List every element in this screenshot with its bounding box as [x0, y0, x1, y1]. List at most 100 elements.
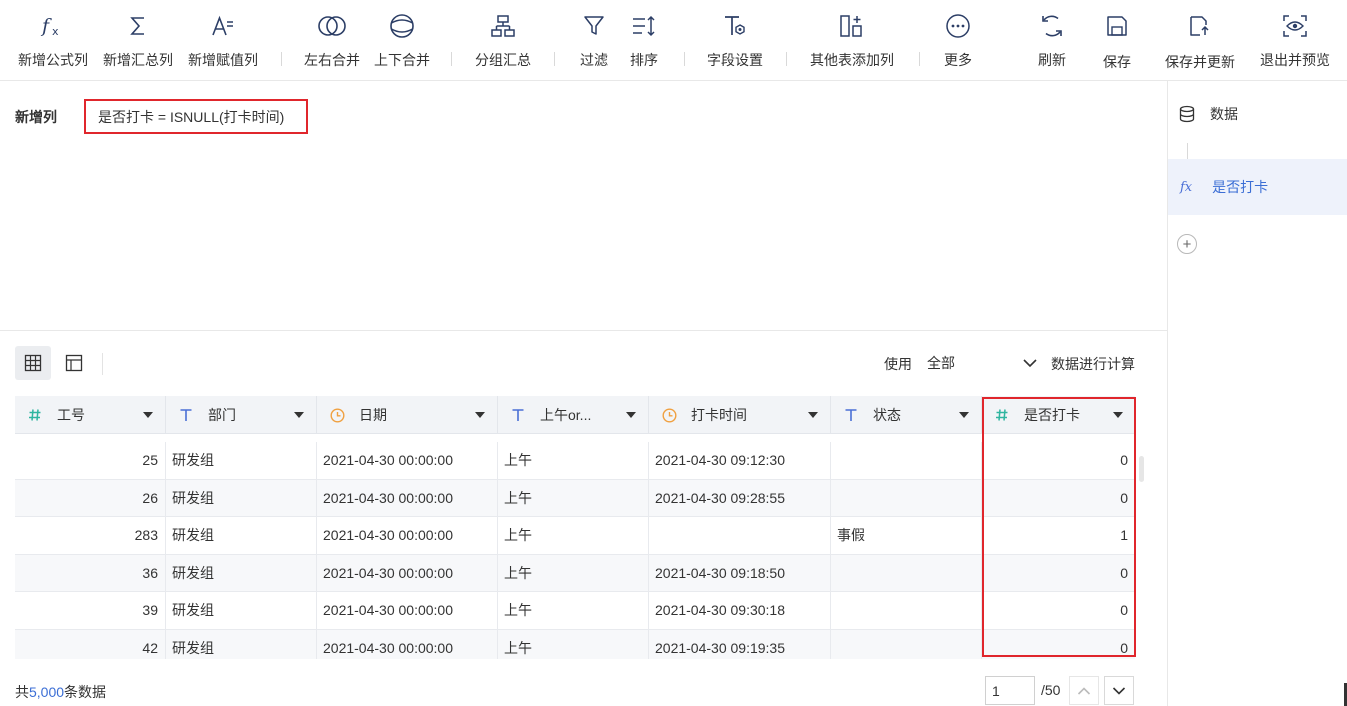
cell-department: 研发组 — [166, 629, 317, 659]
chevron-down-icon — [1112, 686, 1126, 695]
step-new-column[interactable]: fx 是否打卡 — [1168, 159, 1347, 215]
column-header-department[interactable]: 部门 — [166, 396, 317, 434]
cell-job-id: 26 — [15, 479, 166, 516]
cell-punch-time — [649, 517, 831, 554]
formula-icon: fx — [40, 15, 59, 38]
grid-view-button[interactable] — [15, 346, 51, 380]
number-type-icon — [27, 408, 43, 422]
vertical-scrollbar[interactable] — [1139, 456, 1144, 482]
use-label: 使用 — [884, 356, 912, 372]
caret-down-icon[interactable] — [475, 412, 485, 418]
more-icon — [946, 14, 970, 38]
cell-punch-time: 2021-04-30 09:18:50 — [649, 554, 831, 591]
caret-down-icon[interactable] — [808, 412, 818, 418]
date-type-icon — [661, 407, 677, 423]
more-button[interactable]: 更多 — [938, 0, 978, 81]
column-header-punch-time[interactable]: 打卡时间 — [649, 396, 831, 434]
field-settings-icon — [725, 16, 745, 35]
group-summary-button[interactable]: 分组汇总 — [471, 0, 535, 81]
add-column-from-other-table-button[interactable]: 其他表添加列 — [805, 0, 899, 81]
toolbar-label: 刷新 — [1038, 52, 1066, 68]
cell-am-pm: 上午 — [498, 629, 649, 659]
cell-status — [831, 592, 982, 629]
save-update-icon — [1190, 16, 1209, 36]
caret-down-icon[interactable] — [1113, 412, 1123, 418]
table-row[interactable]: 36 研发组 2021-04-30 00:00:00 上午 2021-04-30… — [15, 554, 1135, 592]
toolbar-divider — [786, 52, 787, 66]
cell-status — [831, 629, 982, 659]
chevron-down-icon — [1023, 359, 1037, 368]
cell-is-punched: 0 — [1120, 489, 1128, 506]
caret-down-icon[interactable] — [959, 412, 969, 418]
save-and-update-button[interactable]: 保存并更新 — [1160, 0, 1240, 81]
column-header-status[interactable]: 状态 — [831, 396, 982, 434]
cell-is-punched: 0 — [1120, 639, 1128, 656]
table-row[interactable]: 39 研发组 2021-04-30 00:00:00 上午 2021-04-30… — [15, 592, 1135, 630]
number-type-icon — [994, 408, 1010, 422]
toolbar-label: 保存并更新 — [1165, 54, 1235, 70]
cell-punch-time: 2021-04-30 09:12:30 — [649, 442, 831, 479]
column-header-am-pm[interactable]: 上午or... — [498, 396, 649, 434]
refresh-icon — [1042, 15, 1062, 37]
column-header-job-id[interactable]: 工号 — [15, 396, 166, 434]
cell-department: 研发组 — [166, 517, 317, 554]
cell-status — [831, 479, 982, 516]
svg-text:f: f — [40, 15, 52, 37]
caret-down-icon[interactable] — [294, 412, 304, 418]
toolbar-label: 更多 — [944, 52, 972, 68]
toolbar-label: 新增汇总列 — [103, 52, 173, 68]
toolbar-label: 退出并预览 — [1260, 52, 1330, 68]
table-row[interactable]: 42 研发组 2021-04-30 00:00:00 上午 2021-04-30… — [15, 629, 1135, 659]
cell-am-pm: 上午 — [498, 479, 649, 516]
cell-am-pm: 上午 — [498, 554, 649, 591]
add-summary-column-button[interactable]: 新增汇总列 — [99, 0, 177, 81]
cell-status — [831, 442, 982, 479]
data-scope-select[interactable]: 全部 — [920, 346, 1044, 380]
preview-icon — [1283, 15, 1307, 37]
merge-horizontal-button[interactable]: 左右合并 — [301, 0, 363, 81]
column-header-is-punched[interactable]: 是否打卡 — [982, 396, 1135, 434]
add-formula-column-button[interactable]: fx 新增公式列 — [14, 0, 92, 81]
cell-job-id: 36 — [15, 554, 166, 591]
total-prefix: 共 — [15, 684, 29, 700]
page-number-input[interactable] — [985, 676, 1035, 705]
text-type-icon — [178, 408, 194, 422]
column-name: 工号 — [57, 407, 85, 423]
table-row[interactable]: 26 研发组 2021-04-30 00:00:00 上午 2021-04-30… — [15, 479, 1135, 517]
divider — [102, 353, 103, 375]
formula-expression[interactable]: 是否打卡 = ISNULL(打卡时间) — [84, 99, 308, 134]
add-step-button[interactable]: + — [1177, 234, 1197, 254]
cell-date: 2021-04-30 00:00:00 — [317, 517, 498, 554]
toolbar-label: 其他表添加列 — [810, 52, 894, 68]
save-button[interactable]: 保存 — [1097, 0, 1137, 81]
step-connector — [1187, 143, 1188, 159]
next-page-button[interactable] — [1104, 676, 1134, 705]
cell-date: 2021-04-30 00:00:00 — [317, 479, 498, 516]
step-data[interactable]: 数据 — [1168, 101, 1347, 127]
assign-icon — [212, 15, 233, 36]
merge-vertical-button[interactable]: 上下合并 — [371, 0, 433, 81]
add-assign-column-button[interactable]: 新增赋值列 — [184, 0, 262, 81]
filter-icon — [584, 16, 604, 35]
refresh-button[interactable]: 刷新 — [1032, 0, 1072, 81]
chevron-up-icon — [1077, 686, 1091, 695]
filter-button[interactable]: 过滤 — [574, 0, 614, 81]
caret-down-icon[interactable] — [626, 412, 636, 418]
column-header-date[interactable]: 日期 — [317, 396, 498, 434]
exit-and-preview-button[interactable]: 退出并预览 — [1255, 0, 1335, 81]
toolbar-divider — [281, 52, 282, 66]
toolbar-label: 过滤 — [580, 52, 608, 68]
toolbar-divider — [684, 52, 685, 66]
table-row[interactable]: 25 研发组 2021-04-30 00:00:00 上午 2021-04-30… — [15, 442, 1135, 480]
field-settings-button[interactable]: 字段设置 — [703, 0, 767, 81]
previous-page-button[interactable] — [1069, 676, 1099, 705]
cell-is-punched: 0 — [1120, 602, 1128, 619]
caret-down-icon[interactable] — [143, 412, 153, 418]
table-row[interactable]: 283 研发组 2021-04-30 00:00:00 上午 事假 1 — [15, 517, 1135, 555]
toolbar-label: 新增赋值列 — [188, 52, 258, 68]
sort-button[interactable]: 排序 — [624, 0, 664, 81]
layout-view-button[interactable] — [56, 346, 92, 380]
toolbar-divider — [554, 52, 555, 66]
toolbar: fx 新增公式列 新增汇总列 新增赋值列 左右合并 上下合并 分组汇总 过滤 排… — [0, 0, 1347, 81]
cell-department: 研发组 — [166, 554, 317, 591]
